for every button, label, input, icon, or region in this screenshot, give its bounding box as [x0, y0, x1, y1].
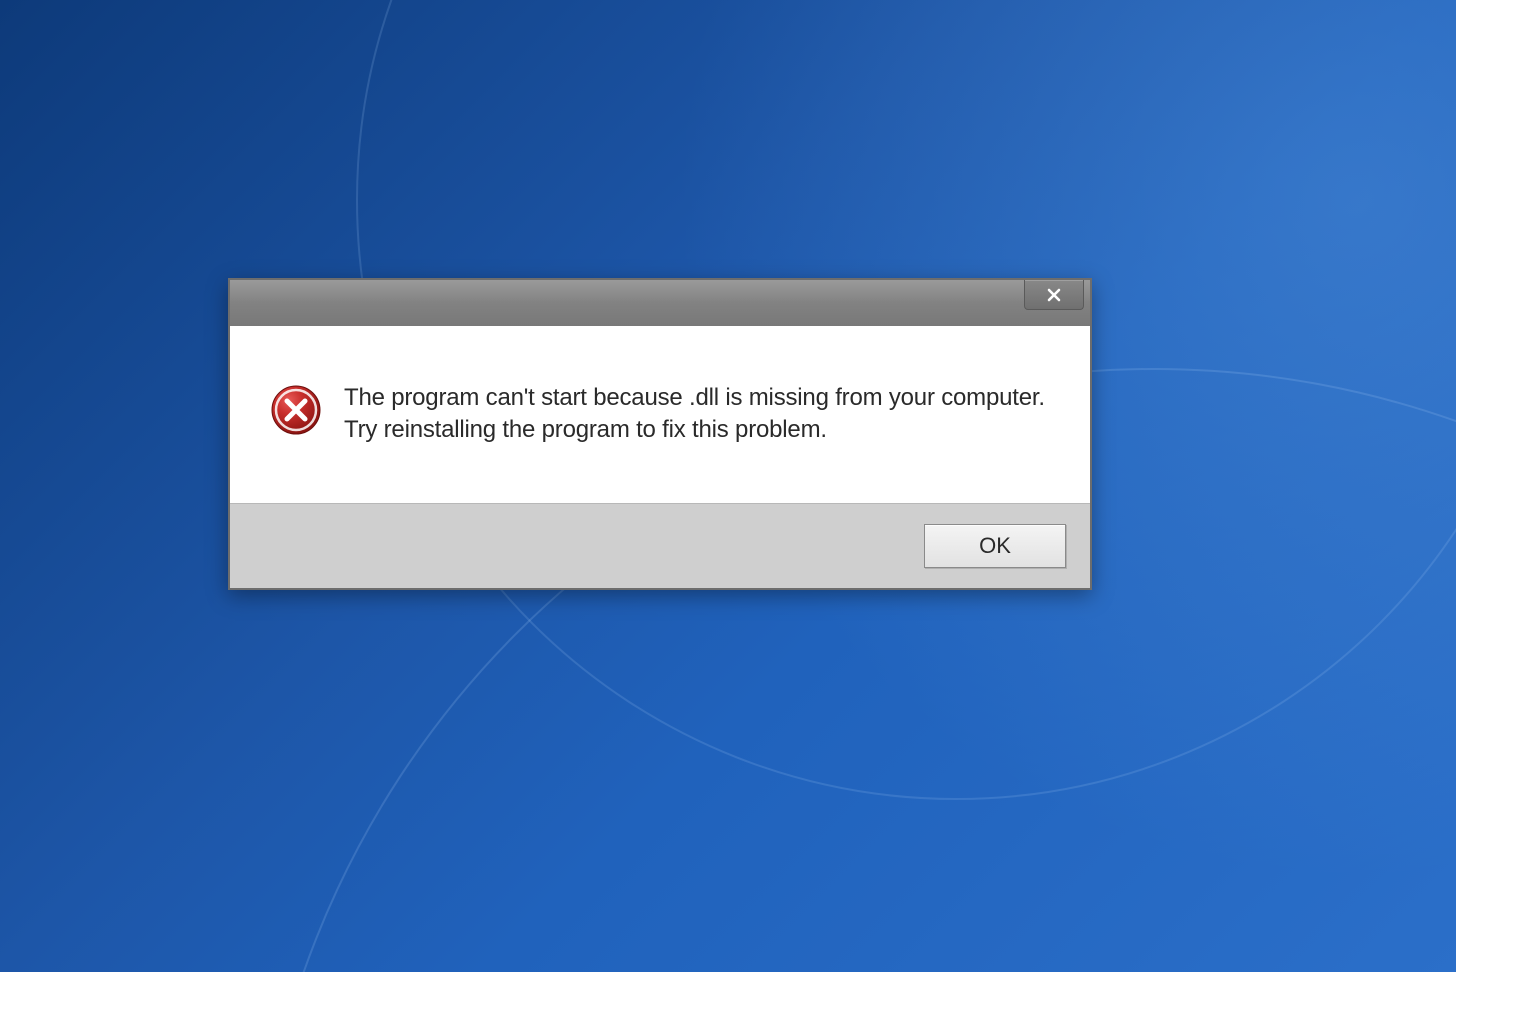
- page-margin-right: [1456, 0, 1536, 1024]
- ok-button[interactable]: OK: [924, 524, 1066, 568]
- dialog-titlebar[interactable]: [230, 280, 1090, 326]
- dialog-body: The program can't start because .dll is …: [230, 326, 1090, 503]
- error-message-text: The program can't start because .dll is …: [344, 382, 1050, 447]
- page-margin-bottom: [0, 972, 1536, 1024]
- close-button[interactable]: [1024, 280, 1084, 310]
- error-icon: [270, 384, 322, 436]
- dialog-footer: OK: [230, 503, 1090, 588]
- error-dialog: The program can't start because .dll is …: [228, 278, 1092, 590]
- close-icon: [1046, 287, 1062, 303]
